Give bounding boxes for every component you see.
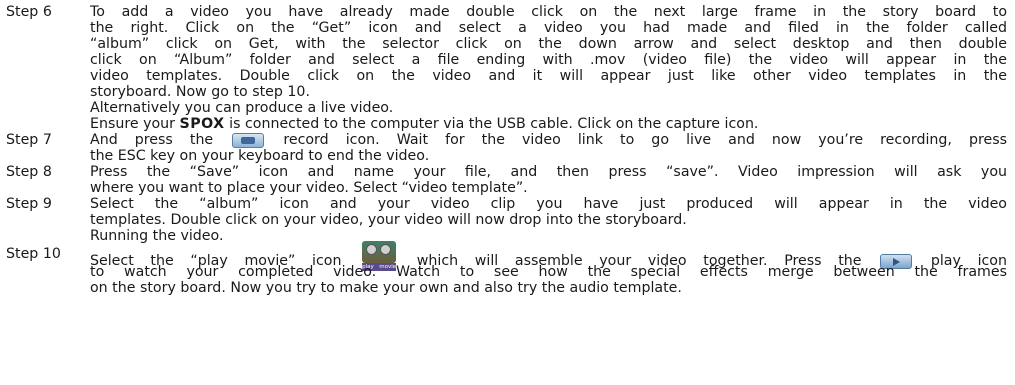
step-text-line: To add a video you have already made dou…: [90, 4, 1007, 20]
step-text-line: templates. Double click on your video, y…: [90, 212, 687, 228]
instruction-document: Step 6 To add a video you have already m…: [0, 0, 1015, 385]
step-label: Step 9: [6, 196, 52, 212]
reel-icon: [380, 244, 392, 255]
step-text-line: Press the “Save” icon and name your file…: [90, 164, 1007, 180]
step-text-line: “album” click on Get, with the selector …: [90, 36, 1007, 52]
camera-icon: [362, 241, 397, 263]
step-text-line: to watch your completed video. Watch to …: [90, 264, 1007, 280]
step-text-line: video templates. Double click on the vid…: [90, 68, 1007, 84]
step-text-line: storyboard. Now go to step 10.: [90, 84, 310, 100]
step-text-line: Ensure your SPOX is connected to the com…: [90, 116, 758, 132]
step-text-line: click on “Album” folder and select a fil…: [90, 52, 1007, 68]
text-run: record icon. Wait for the video link to …: [283, 132, 1008, 148]
step-label: Step 6: [6, 4, 52, 20]
text-run: is connected to the computer via the USB…: [224, 116, 759, 132]
step-label: Step 7: [6, 132, 52, 148]
step-text-line: Running the video.: [90, 228, 224, 244]
record-icon: [232, 132, 265, 148]
step-text-line: And press the record icon. Wait for the …: [90, 132, 1007, 148]
step-text-line: Select the “album” icon and your video c…: [90, 196, 1007, 212]
brand-name: SPOX: [179, 116, 225, 132]
step-text-line: where you want to place your video. Sele…: [90, 180, 528, 196]
text-run: And press the: [90, 132, 214, 148]
step-text-line: the right. Click on the “Get” icon and s…: [90, 20, 1007, 36]
text-run: Ensure your: [90, 116, 180, 132]
step-text-line: on the story board. Now you try to make …: [90, 280, 682, 296]
step-text-line: the ESC key on your keyboard to end the …: [90, 148, 430, 164]
step-label: Step 10: [6, 246, 61, 262]
step-label: Step 8: [6, 164, 52, 180]
step-text-line: Alternatively you can produce a live vid…: [90, 100, 394, 116]
reel-icon: [366, 244, 378, 255]
